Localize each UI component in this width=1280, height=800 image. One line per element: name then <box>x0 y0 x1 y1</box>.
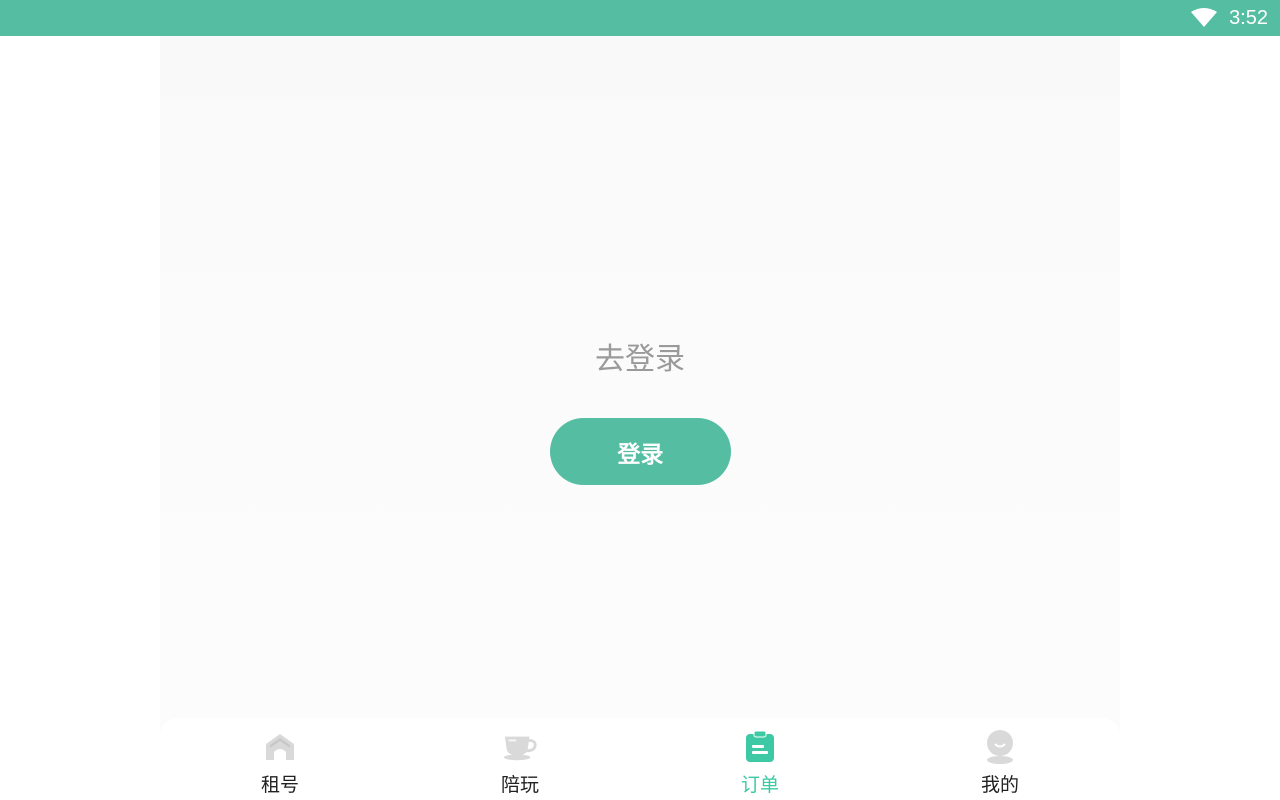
tab-mine[interactable]: 我的 <box>880 718 1120 800</box>
tab-label: 陪玩 <box>500 774 539 796</box>
tab-rent-account[interactable]: 租号 <box>160 718 400 800</box>
tab-orders[interactable]: 订单 <box>640 718 880 800</box>
status-bar: 3:52 <box>0 0 1280 36</box>
status-time: 3:52 <box>1229 6 1268 29</box>
profile-icon <box>983 730 1017 764</box>
wifi-icon <box>1191 8 1218 27</box>
cup-icon <box>503 730 537 764</box>
home-icon <box>263 730 297 764</box>
order-clipboard-icon <box>743 730 777 764</box>
tab-label: 我的 <box>980 774 1019 796</box>
login-prompt: 去登录 <box>595 342 685 377</box>
bottom-tab-bar: 租号 陪玩 订单 我的 <box>160 718 1120 800</box>
tab-label: 订单 <box>740 774 779 796</box>
tab-companion[interactable]: 陪玩 <box>400 718 640 800</box>
tab-label: 租号 <box>260 774 299 796</box>
main-content: 去登录 登录 <box>160 36 1120 800</box>
login-button[interactable]: 登录 <box>550 418 731 485</box>
